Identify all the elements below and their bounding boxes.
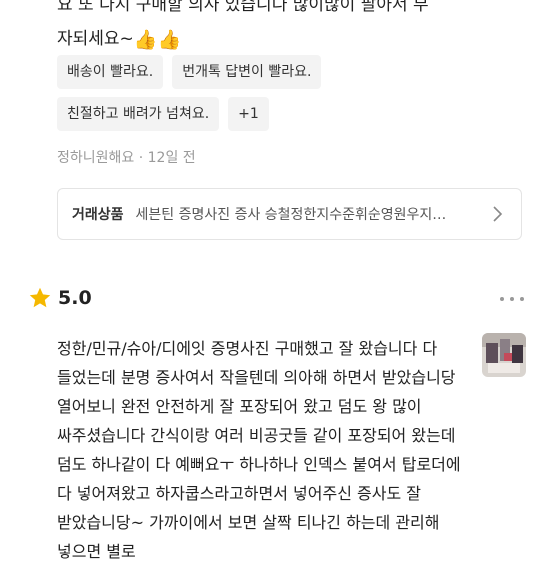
more-options-icon[interactable]: [498, 292, 526, 306]
tag-fast-delivery: 배송이 빨라요.: [57, 55, 164, 89]
product-card[interactable]: 거래상품 세븐틴 증명사진 증사 승철정한지수준휘순영원우지…: [57, 188, 522, 240]
star-icon: [29, 287, 51, 308]
thumbs-up-emoji: 👍👍: [133, 29, 182, 51]
chevron-right-icon: [493, 206, 503, 222]
tag-more-count[interactable]: +1: [228, 97, 269, 131]
photo-image: [482, 333, 526, 377]
review-photo-thumbnail[interactable]: [482, 333, 526, 377]
tag-fast-reply: 번개톡 답변이 빨라요.: [172, 55, 322, 89]
previous-review-line-1: 요 또 다시 구매할 의사 있습니다 많이많이 팔아서 부: [57, 0, 429, 15]
previous-review-line-2: 자되세요~👍👍: [57, 22, 527, 56]
review-score: 5.0: [58, 287, 92, 309]
review-body-text: 정한/민규/슈아/디에잇 증명사진 구매했고 잘 왔습니다 다 들었는데 분명 …: [57, 339, 461, 561]
meta-separator: ·: [138, 150, 144, 166]
review-meta: 정하니원해요 · 12일 전: [57, 147, 196, 167]
review-time: 12일 전: [147, 150, 196, 166]
tag-kind: 친절하고 배려가 넘쳐요.: [57, 97, 220, 131]
previous-review-line-2-text: 자되세요~: [57, 29, 134, 49]
product-card-name: 세븐틴 증명사진 증사 승철정한지수준휘순영원우지…: [135, 207, 447, 223]
review-author[interactable]: 정하니원해요: [57, 150, 134, 166]
review-tags-row-1: 배송이 빨라요. 번개톡 답변이 빨라요.: [57, 55, 322, 89]
previous-review-text: 요 또 다시 구매할 의사 있습니다 많이많이 팔아서 부 자되세요~👍👍: [57, 0, 527, 56]
review-tags-row-2: 친절하고 배려가 넘쳐요. +1: [57, 97, 269, 131]
product-card-label: 거래상품: [72, 207, 124, 223]
review-header: 5.0: [28, 286, 92, 310]
